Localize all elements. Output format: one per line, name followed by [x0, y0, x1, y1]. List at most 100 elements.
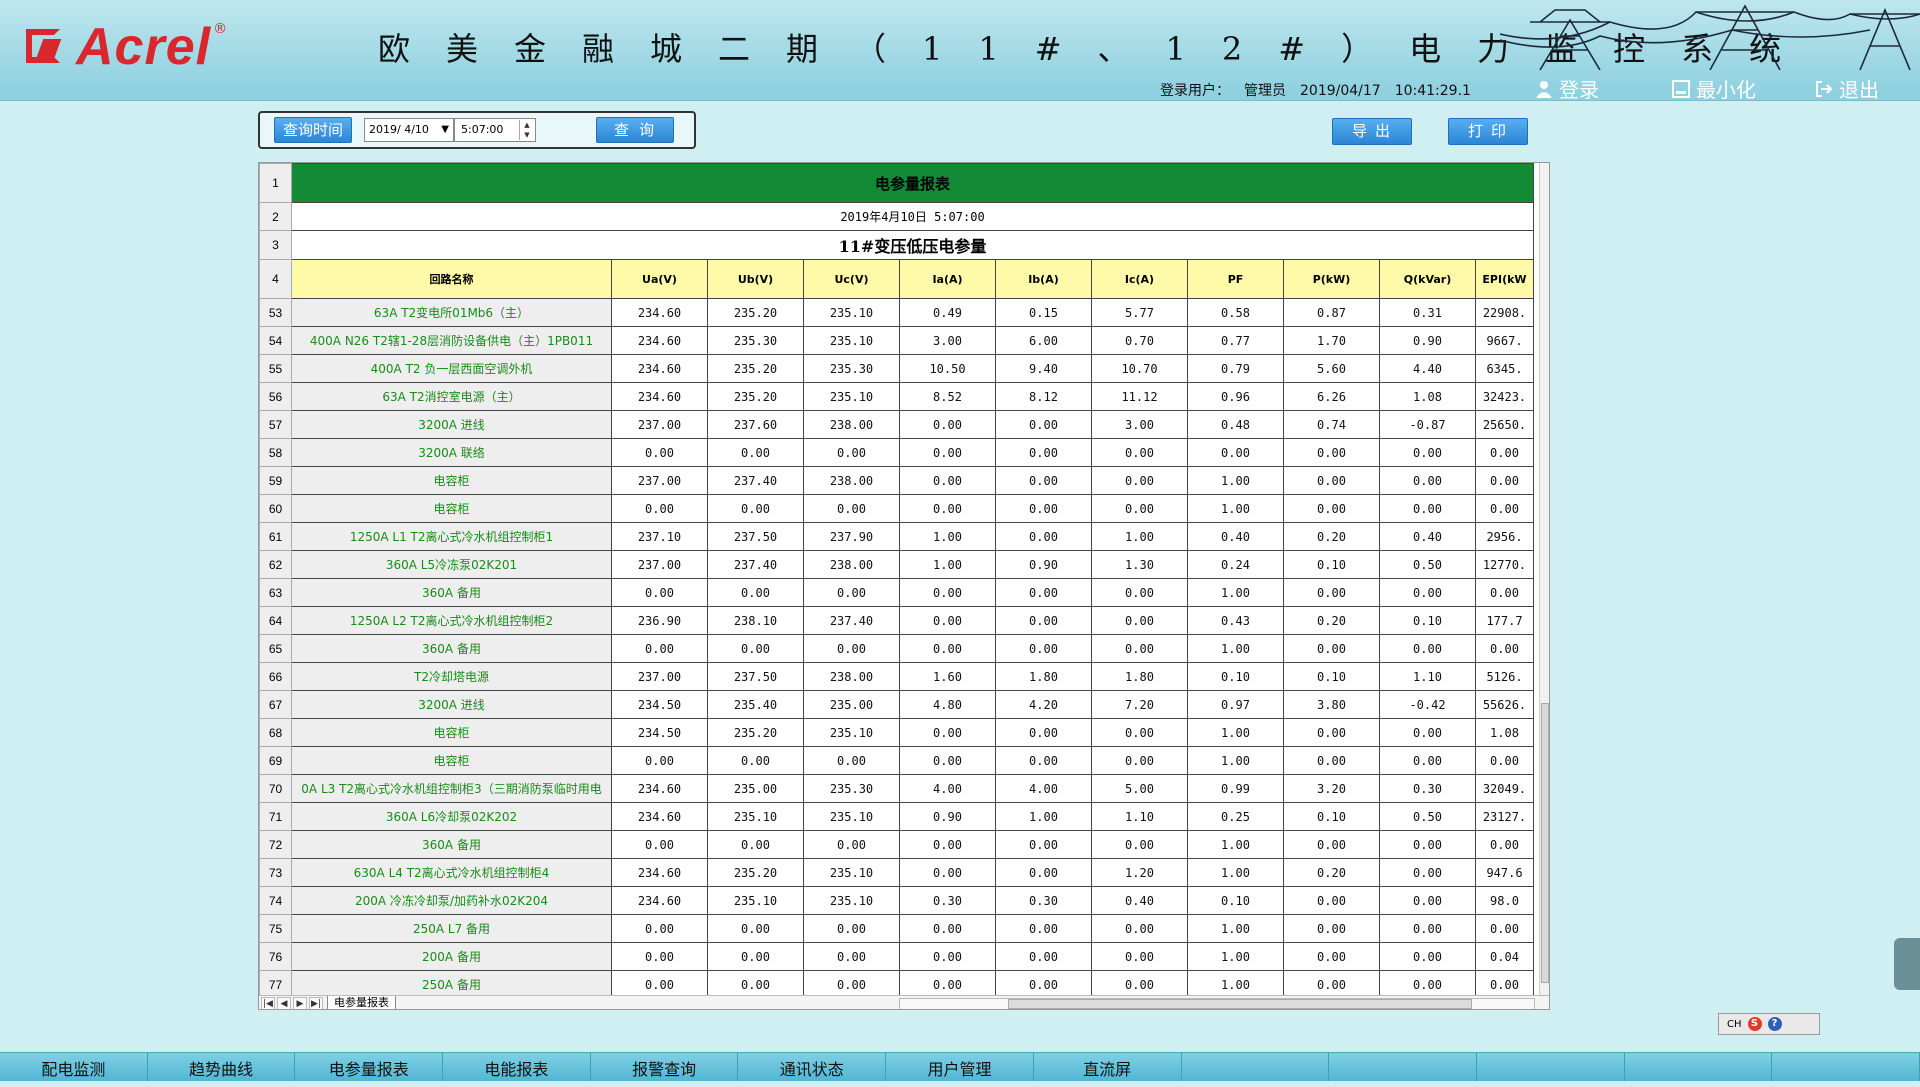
value-cell[interactable]: 32049. [1475, 774, 1534, 803]
value-cell[interactable]: 0.00 [1091, 970, 1188, 995]
value-cell[interactable]: 0.10 [1283, 802, 1380, 831]
value-cell[interactable]: 0.00 [995, 466, 1092, 495]
circuit-name-cell[interactable]: 1250A L2 T2离心式冷水机组控制柜2 [291, 606, 612, 635]
value-cell[interactable]: 234.50 [611, 718, 708, 747]
value-cell[interactable]: 0.00 [995, 830, 1092, 859]
value-cell[interactable]: 0.00 [1283, 830, 1380, 859]
value-cell[interactable]: 0.00 [995, 578, 1092, 607]
value-cell[interactable]: 0.40 [1091, 886, 1188, 915]
value-cell[interactable]: 9667. [1475, 326, 1534, 355]
value-cell[interactable]: 234.60 [611, 354, 708, 383]
value-cell[interactable]: 0.10 [1187, 886, 1284, 915]
value-cell[interactable]: 4.00 [995, 774, 1092, 803]
value-cell[interactable]: 0.00 [803, 746, 900, 775]
value-cell[interactable]: 1.80 [995, 662, 1092, 691]
circuit-name-cell[interactable]: 电容柜 [291, 466, 612, 495]
row-number[interactable]: 75 [259, 914, 292, 943]
value-cell[interactable]: 235.20 [707, 354, 804, 383]
nav-item[interactable] [1329, 1053, 1477, 1081]
value-cell[interactable]: 0.00 [803, 578, 900, 607]
minimize-button[interactable]: 最小化 [1672, 74, 1756, 103]
value-cell[interactable]: 177.7 [1475, 606, 1534, 635]
time-spinner[interactable]: ▲ ▼ [519, 120, 534, 140]
value-cell[interactable]: 5.00 [1091, 774, 1188, 803]
row-number[interactable]: 71 [259, 802, 292, 831]
circuit-name-cell[interactable]: 3200A 进线 [291, 410, 612, 439]
value-cell[interactable]: 0.00 [611, 746, 708, 775]
export-button[interactable]: 导出 [1332, 118, 1412, 145]
value-cell[interactable]: 1.00 [1187, 970, 1284, 995]
value-cell[interactable]: 3.00 [899, 326, 996, 355]
value-cell[interactable]: 0.31 [1379, 298, 1476, 327]
value-cell[interactable]: 0.00 [803, 942, 900, 971]
value-cell[interactable]: 0.00 [1379, 970, 1476, 995]
value-cell[interactable]: 0.30 [1379, 774, 1476, 803]
value-cell[interactable]: 0.00 [1379, 858, 1476, 887]
nav-item[interactable]: 趋势曲线 [148, 1053, 296, 1081]
value-cell[interactable]: 0.00 [1091, 746, 1188, 775]
row-number[interactable]: 61 [259, 522, 292, 551]
value-cell[interactable]: 1.00 [1187, 746, 1284, 775]
value-cell[interactable]: 0.00 [611, 494, 708, 523]
print-button[interactable]: 打印 [1448, 118, 1528, 145]
value-cell[interactable]: 0.79 [1187, 354, 1284, 383]
row-number[interactable]: 54 [259, 326, 292, 355]
value-cell[interactable]: 0.00 [803, 914, 900, 943]
row-number[interactable]: 64 [259, 606, 292, 635]
value-cell[interactable]: 22908. [1475, 298, 1534, 327]
value-cell[interactable]: 3.00 [1091, 410, 1188, 439]
value-cell[interactable]: 0.10 [1283, 662, 1380, 691]
value-cell[interactable]: 0.00 [1475, 494, 1534, 523]
circuit-name-cell[interactable]: 1250A L1 T2离心式冷水机组控制柜1 [291, 522, 612, 551]
value-cell[interactable]: 0.00 [995, 914, 1092, 943]
value-cell[interactable]: 0.20 [1283, 606, 1380, 635]
circuit-name-cell[interactable]: 400A T2 负一层西面空调外机 [291, 354, 612, 383]
nav-item[interactable]: 用户管理 [886, 1053, 1034, 1081]
value-cell[interactable]: 25650. [1475, 410, 1534, 439]
value-cell[interactable]: 1.00 [1187, 830, 1284, 859]
value-cell[interactable]: 0.00 [899, 438, 996, 467]
value-cell[interactable]: 237.00 [611, 662, 708, 691]
value-cell[interactable]: 0.00 [899, 466, 996, 495]
sogou-icon[interactable]: S [1747, 1017, 1762, 1031]
value-cell[interactable]: 2956. [1475, 522, 1534, 551]
circuit-name-cell[interactable]: 250A 备用 [291, 970, 612, 995]
nav-item[interactable] [1182, 1053, 1330, 1081]
value-cell[interactable]: 238.10 [707, 606, 804, 635]
value-cell[interactable]: 236.90 [611, 606, 708, 635]
value-cell[interactable]: 235.10 [803, 326, 900, 355]
value-cell[interactable]: 0.00 [1379, 578, 1476, 607]
circuit-name-cell[interactable]: 360A 备用 [291, 830, 612, 859]
nav-item[interactable] [1477, 1053, 1625, 1081]
value-cell[interactable]: 0.00 [1379, 438, 1476, 467]
value-cell[interactable]: 237.50 [707, 662, 804, 691]
value-cell[interactable]: 0.99 [1187, 774, 1284, 803]
value-cell[interactable]: 0.00 [707, 494, 804, 523]
value-cell[interactable]: 237.10 [611, 522, 708, 551]
horizontal-scrollbar[interactable] [899, 998, 1535, 1009]
value-cell[interactable]: 0.00 [899, 718, 996, 747]
value-cell[interactable]: 0.00 [707, 970, 804, 995]
value-cell[interactable]: 235.30 [803, 774, 900, 803]
value-cell[interactable]: 235.10 [803, 298, 900, 327]
circuit-name-cell[interactable]: 3200A 联络 [291, 438, 612, 467]
circuit-name-cell[interactable]: 电容柜 [291, 746, 612, 775]
value-cell[interactable]: 0.00 [803, 970, 900, 995]
help-icon[interactable]: ? [1767, 1017, 1782, 1031]
value-cell[interactable]: 0.00 [707, 914, 804, 943]
row-number[interactable]: 66 [259, 662, 292, 691]
value-cell[interactable]: 0.90 [899, 802, 996, 831]
value-cell[interactable]: 0.00 [1475, 830, 1534, 859]
value-cell[interactable]: 0.00 [1475, 438, 1534, 467]
value-cell[interactable]: 0.00 [995, 634, 1092, 663]
value-cell[interactable]: 0.15 [995, 298, 1092, 327]
chevron-down-icon[interactable]: ▼ [441, 119, 449, 141]
value-cell[interactable]: 10.70 [1091, 354, 1188, 383]
circuit-name-cell[interactable]: 200A 冷冻冷却泵/加药补水02K204 [291, 886, 612, 915]
row-number[interactable]: 63 [259, 578, 292, 607]
value-cell[interactable]: 237.00 [611, 466, 708, 495]
value-cell[interactable]: 0.00 [1091, 914, 1188, 943]
value-cell[interactable]: 0.00 [1283, 718, 1380, 747]
row-number[interactable]: 53 [259, 298, 292, 327]
circuit-name-cell[interactable]: 250A L7 备用 [291, 914, 612, 943]
